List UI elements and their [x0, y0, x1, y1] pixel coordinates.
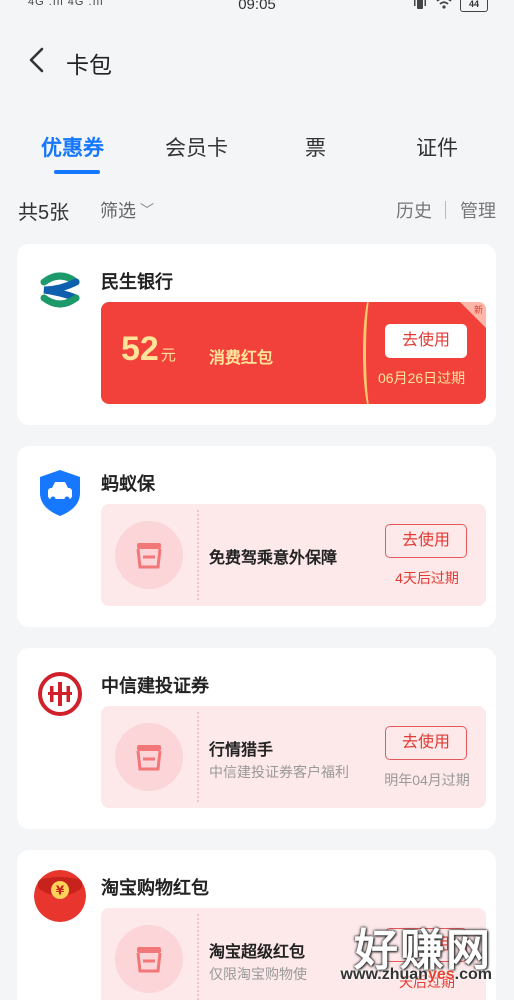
new-tag-label: 新: [473, 305, 483, 315]
coupon-title: 淘宝超级红包: [209, 944, 306, 961]
manage-button[interactable]: 管理: [460, 197, 496, 223]
back-arrow-icon[interactable]: [24, 46, 52, 74]
shop-bag-icon: [115, 723, 183, 791]
wifi-icon: [436, 0, 452, 12]
merchant-name: 淘宝购物红包: [101, 878, 209, 898]
car-shield-logo-icon: [34, 466, 86, 518]
site-watermark: 好赚网 www.zhuanyes.com: [302, 914, 492, 990]
status-bar: 4G .ıll 4G .ıll 09:05 44: [0, 0, 514, 18]
use-coupon-button[interactable]: 去使用: [385, 324, 467, 358]
svg-text:¥: ¥: [56, 884, 65, 898]
tab-membership-cards[interactable]: 会员卡: [165, 132, 228, 162]
coupon-ticket[interactable]: 行情猎手 中信建投证券客户福利 去使用 明年04月过期: [101, 706, 486, 808]
vibrate-icon: [412, 0, 428, 12]
coupon-title: 行情猎手: [209, 742, 274, 759]
citic-logo-icon: [34, 668, 86, 720]
coupon-type: 消费红包: [209, 350, 274, 367]
merchant-name: 蚂蚁保: [101, 474, 155, 494]
expiry-date: 06月26日过期: [378, 370, 466, 386]
watermark-url: www.zhuanyes.com: [340, 966, 492, 983]
red-envelope-logo-icon: ¥: [34, 870, 86, 922]
ticket-divider: [197, 914, 199, 1000]
filter-button[interactable]: 筛选 ﹀: [100, 197, 154, 223]
coupon-card[interactable]: 中信建投证券 行情猎手 中信建投证券客户福利 去使用 明年04月过期: [17, 648, 496, 829]
coupon-amount: 52 元: [121, 330, 176, 368]
expiry-date: 明年04月过期: [384, 772, 470, 788]
category-tabs: 优惠券 会员卡 票 证件: [0, 128, 514, 176]
coupon-card[interactable]: 蚂蚁保 免费驾乘意外保障 去使用 4天后过期: [17, 446, 496, 627]
shop-bag-icon: [115, 521, 183, 589]
coupon-card[interactable]: 民生银行 52 元 消费红包 去使用 06月26日过期 新: [17, 244, 496, 425]
filter-label: 筛选: [100, 201, 136, 221]
expiry-date: 4天后过期: [395, 570, 459, 586]
history-button[interactable]: 历史: [396, 197, 432, 223]
coupon-subtitle: 中信建投证券客户福利: [209, 764, 349, 780]
battery-indicator: 44: [460, 0, 488, 12]
ticket-divider: [363, 302, 381, 404]
top-nav-bar: 卡包: [0, 38, 514, 84]
merchant-name: 民生银行: [101, 272, 173, 292]
coupon-ticket[interactable]: 免费驾乘意外保障 去使用 4天后过期: [101, 504, 486, 606]
use-coupon-button[interactable]: 去使用: [385, 726, 467, 760]
tab-documents[interactable]: 证件: [416, 132, 458, 162]
coupon-count: 共5张: [18, 202, 70, 224]
chevron-down-icon: ﹀: [140, 202, 154, 218]
tab-tickets[interactable]: 票: [305, 132, 326, 162]
toolbar-divider: [445, 201, 446, 219]
minsheng-bank-logo-icon: [34, 264, 86, 316]
merchant-name: 中信建投证券: [101, 676, 209, 696]
active-tab-indicator: [54, 170, 100, 174]
coupon-ticket[interactable]: 52 元 消费红包 去使用 06月26日过期 新: [101, 302, 486, 404]
page-title: 卡包: [66, 52, 112, 78]
use-coupon-button[interactable]: 去使用: [385, 524, 467, 558]
tab-coupons[interactable]: 优惠券: [41, 132, 104, 162]
ticket-divider: [197, 510, 199, 600]
ticket-divider: [197, 712, 199, 802]
list-toolbar: 共5张 筛选 ﹀ 历史 管理: [0, 192, 514, 228]
shop-bag-icon: [115, 925, 183, 993]
coupon-title: 免费驾乘意外保障: [209, 550, 338, 567]
coupon-subtitle: 仅限淘宝购物使: [209, 966, 307, 982]
